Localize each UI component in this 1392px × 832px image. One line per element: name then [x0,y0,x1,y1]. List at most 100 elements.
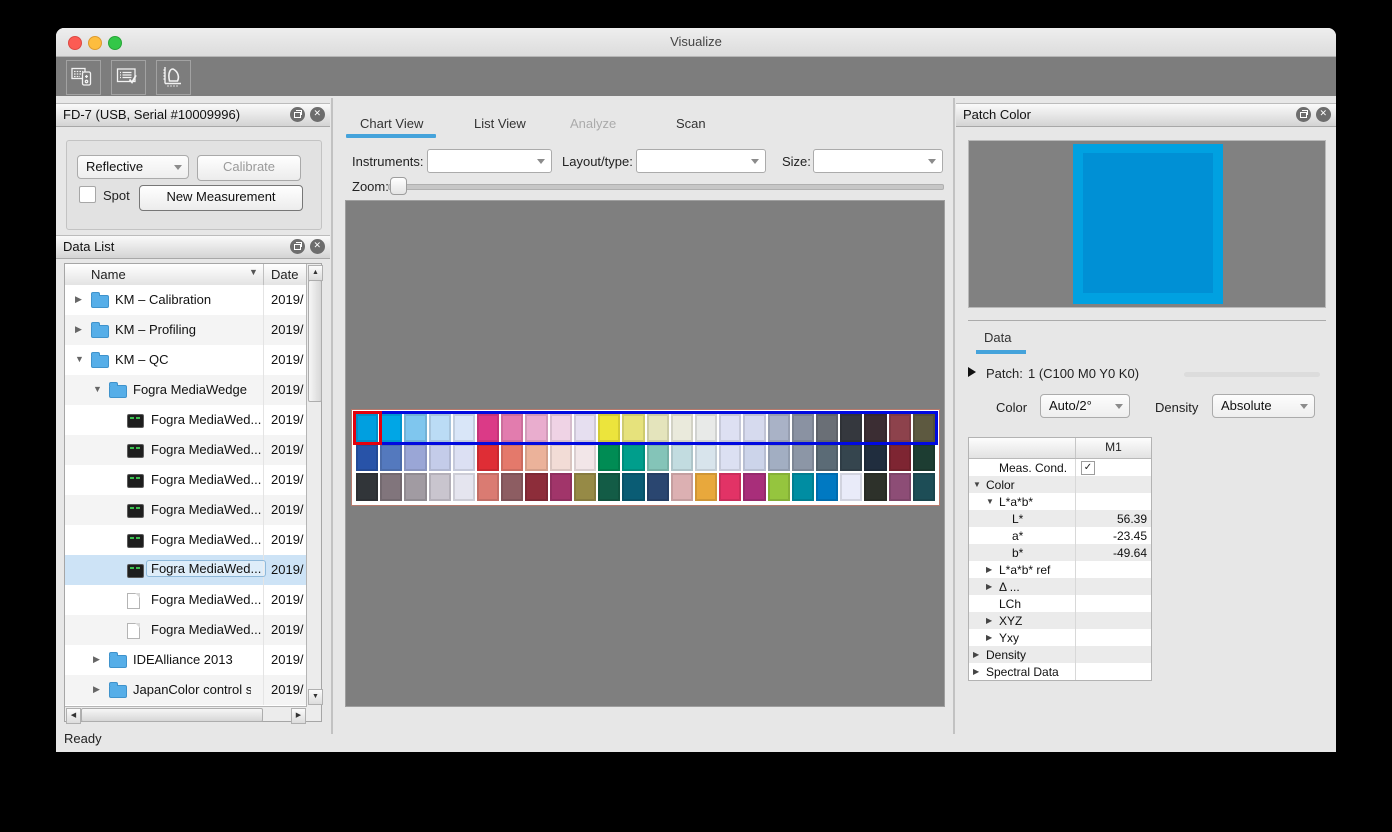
list-item[interactable]: Fogra MediaWed...2019/ [65,525,307,555]
patch-r3-c22[interactable] [864,473,886,501]
patch-r2-c4[interactable] [429,444,451,472]
patch-r2-c15[interactable] [695,444,717,472]
table-row[interactable]: ▶Spectral Data [969,663,1151,680]
patch-r3-c1[interactable] [356,473,378,501]
color-select[interactable]: Auto/2° [1040,394,1130,418]
tree-header[interactable]: Name ▼ Date M [65,264,307,286]
patch-r3-c4[interactable] [429,473,451,501]
data-list-button[interactable] [111,60,146,95]
patch-r3-c14[interactable] [671,473,693,501]
list-item[interactable]: Fogra MediaWed...2019/ [65,585,307,615]
tree-vertical-scrollbar[interactable]: ▲ ▼ [306,264,321,721]
table-row[interactable]: L*56.39 [969,510,1151,527]
float-panel-icon[interactable] [290,239,305,254]
list-item[interactable]: ▶JapanColor control s...2019/ [65,675,307,705]
calibrate-button[interactable]: Calibrate [197,155,301,181]
spot-checkbox[interactable] [79,186,96,203]
patch-r1-c9[interactable] [550,414,572,442]
close-panel-icon[interactable] [310,107,325,122]
patch-r2-c12[interactable] [622,444,644,472]
patch-r1-c2[interactable] [380,414,402,442]
tab-chart-view[interactable]: Chart View [360,116,423,131]
patch-r3-c15[interactable] [695,473,717,501]
patch-r2-c22[interactable] [864,444,886,472]
patch-r3-c17[interactable] [743,473,765,501]
zoom-slider-thumb[interactable] [390,177,407,195]
patch-r3-c21[interactable] [840,473,862,501]
patch-r1-c24[interactable] [913,414,935,442]
patch-r1-c19[interactable] [792,414,814,442]
patch-r1-c6[interactable] [477,414,499,442]
list-item[interactable]: ▶KM – Profiling2019/ [65,315,307,345]
patch-r2-c16[interactable] [719,444,741,472]
patch-r1-c20[interactable] [816,414,838,442]
tree-horizontal-scrollbar[interactable]: ◀ ▶ [65,706,307,721]
tab-scan[interactable]: Scan [676,116,706,131]
expand-arrow-icon[interactable]: ▶ [986,633,992,642]
list-item[interactable]: Fogra MediaWed...2019/ [65,465,307,495]
table-row[interactable]: ▶XYZ [969,612,1151,629]
patch-r1-c13[interactable] [647,414,669,442]
chart-instrument-button[interactable] [66,60,101,95]
list-item[interactable]: ▼Fogra MediaWedge ...2019/ [65,375,307,405]
patch-r3-c10[interactable] [574,473,596,501]
patch-r2-c3[interactable] [404,444,426,472]
expand-arrow-icon[interactable]: ▶ [986,616,992,625]
expand-arrow-icon[interactable]: ▶ [75,294,82,305]
patch-r3-c7[interactable] [501,473,523,501]
table-row[interactable]: ▼L*a*b* [969,493,1151,510]
patch-r3-c19[interactable] [792,473,814,501]
patch-r1-c10[interactable] [574,414,596,442]
patch-r2-c11[interactable] [598,444,620,472]
new-measurement-button[interactable]: New Measurement [139,185,303,211]
patch-r1-c21[interactable] [840,414,862,442]
patch-r2-c19[interactable] [792,444,814,472]
patch-r3-c20[interactable] [816,473,838,501]
meas-cond-checkbox[interactable]: ✓ [1081,461,1095,475]
float-panel-icon[interactable] [1296,107,1311,122]
expand-arrow-icon[interactable]: ▶ [93,654,100,665]
patch-r2-c17[interactable] [743,444,765,472]
list-item[interactable]: Fogra MediaWed...2019/ [65,495,307,525]
size-select[interactable] [813,149,943,173]
patch-r1-c5[interactable] [453,414,475,442]
patch-r2-c5[interactable] [453,444,475,472]
column-divider[interactable] [263,264,264,285]
analyze-plot-button[interactable] [156,60,191,95]
patch-r3-c13[interactable] [647,473,669,501]
patch-r2-c10[interactable] [574,444,596,472]
list-item[interactable]: Fogra MediaWed...2019/ [65,405,307,435]
table-row[interactable]: b*-49.64 [969,544,1151,561]
patch-r1-c17[interactable] [743,414,765,442]
expand-arrow-icon[interactable]: ▶ [75,324,82,335]
patch-r1-c22[interactable] [864,414,886,442]
patch-r3-c9[interactable] [550,473,572,501]
horizontal-scroll-thumb[interactable] [81,708,263,722]
vertical-scroll-thumb[interactable] [308,280,322,402]
patch-r2-c13[interactable] [647,444,669,472]
patch-r1-c7[interactable] [501,414,523,442]
list-item[interactable]: Fogra MediaWed...2019/ [65,435,307,465]
patch-r1-c18[interactable] [768,414,790,442]
density-select[interactable]: Absolute [1212,394,1315,418]
patch-r2-c6[interactable] [477,444,499,472]
expand-arrow-icon[interactable]: ▶ [986,582,992,591]
close-panel-icon[interactable] [1316,107,1331,122]
patch-r1-c12[interactable] [622,414,644,442]
float-panel-icon[interactable] [290,107,305,122]
tab-data[interactable]: Data [984,330,1011,345]
table-row[interactable]: ▼Color [969,476,1151,493]
list-item[interactable]: Fogra MediaWed...2019/ [65,615,307,645]
instruments-select[interactable] [427,149,552,173]
patch-r3-c11[interactable] [598,473,620,501]
patch-r1-c1[interactable] [356,414,378,442]
list-item[interactable]: ▶IDEAlliance 20132019/ [65,645,307,675]
patch-r2-c21[interactable] [840,444,862,472]
table-row[interactable]: ▶Yxy [969,629,1151,646]
zoom-slider-track[interactable] [388,184,944,190]
mode-select[interactable]: Reflective [77,155,189,179]
patch-r3-c24[interactable] [913,473,935,501]
expand-arrow-icon[interactable]: ▶ [93,684,100,695]
name-column-header[interactable]: Name [91,267,126,282]
patch-r3-c8[interactable] [525,473,547,501]
